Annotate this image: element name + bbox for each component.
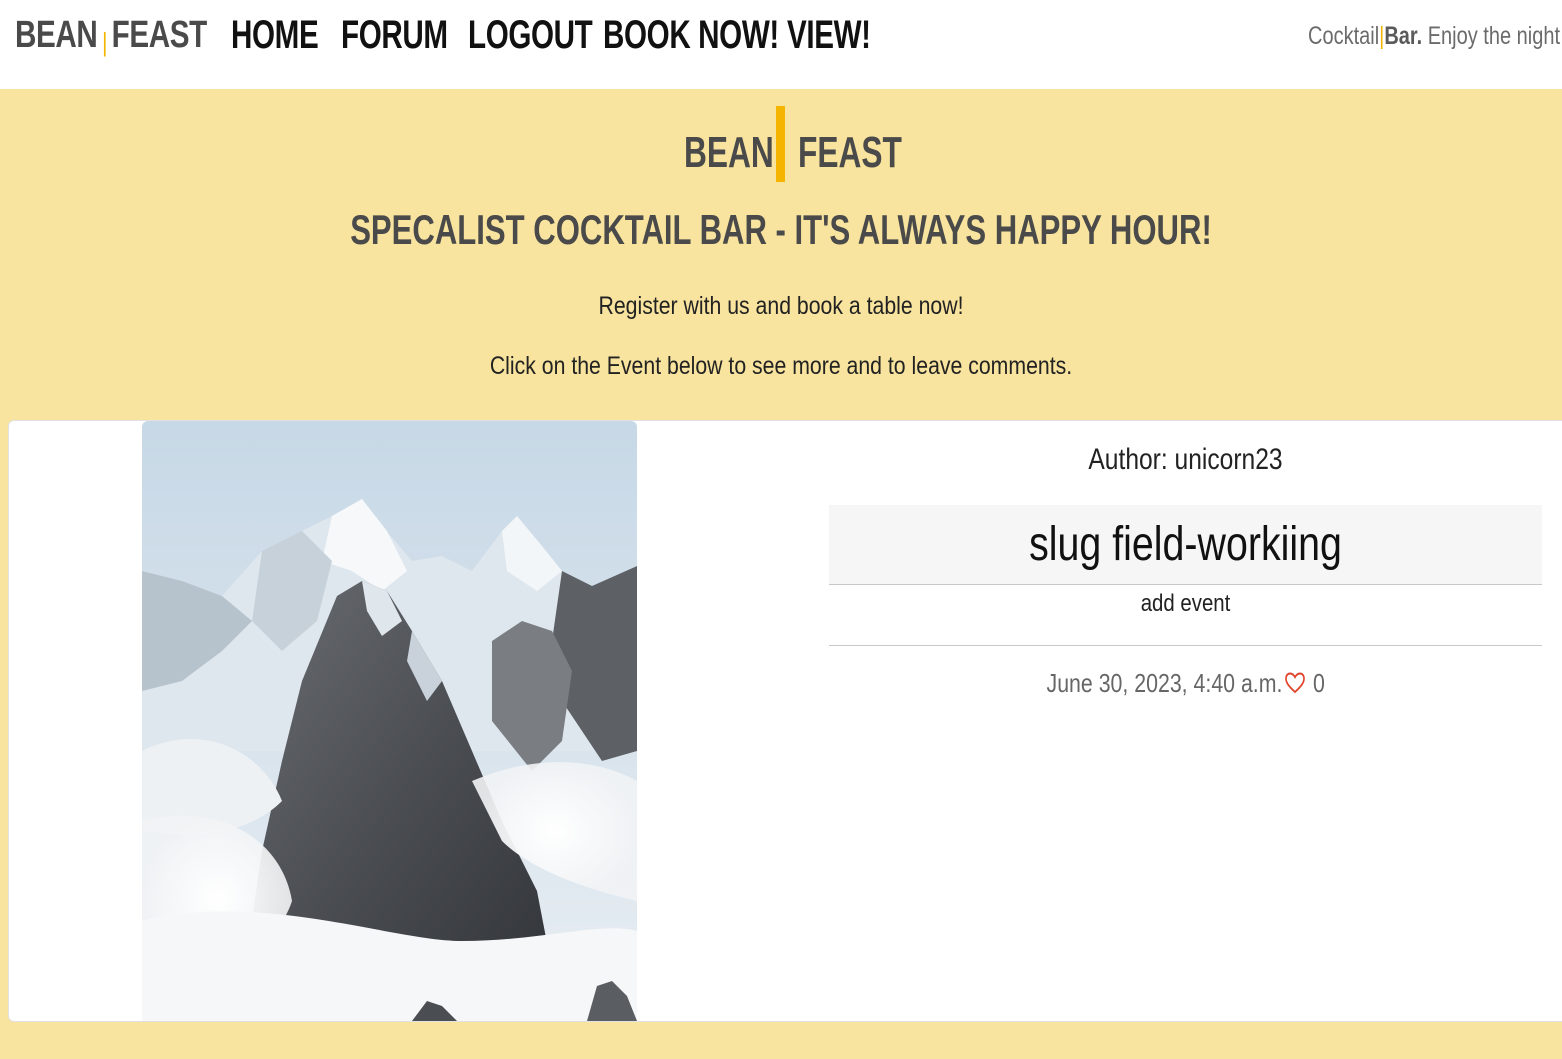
top-navbar: BEAN | FEAST HOME FORUM LOGOUT BOOK NOW! V… [0, 0, 1562, 89]
navbar-tagline: Cocktail|Bar. Enjoy the night [1308, 18, 1560, 54]
hero-logo-left: BEAN [684, 128, 774, 177]
event-image[interactable] [142, 421, 637, 1021]
nav-home-link[interactable]: HOME [231, 10, 319, 60]
heart-icon[interactable] [1284, 671, 1305, 695]
post-meta: June 30, 2023, 4:40 a.m. 0 [829, 668, 1542, 699]
hero-logo-right: FEAST [798, 128, 902, 177]
hero-title: SPECALIST COCKTAIL BAR - IT'S ALWAYS HAP… [350, 206, 1212, 253]
nav-book-now-link[interactable]: BOOK NOW! [603, 10, 779, 60]
brand-right: FEAST [111, 14, 208, 56]
hero-instructions-text: Click on the Event below to see more and… [489, 352, 1073, 380]
post-author: Author: unicorn23 [1088, 443, 1283, 476]
brand-separator: | [102, 27, 108, 57]
nav-logout-link[interactable]: LOGOUT [468, 10, 593, 60]
hero-register-text: Register with us and book a table now! [598, 292, 964, 320]
tagline-pre: Cocktail [1307, 22, 1380, 50]
post-title[interactable]: slug field-workiing [893, 505, 1478, 585]
brand-left: BEAN [15, 14, 98, 56]
hero-logo-bar [776, 106, 785, 182]
like-count: 0 [1312, 668, 1325, 698]
nav-forum-link[interactable]: FORUM [341, 10, 448, 60]
hero-logo: BEAN FEAST [0, 106, 1562, 186]
post-excerpt: add event [1140, 590, 1231, 617]
tagline-post: Enjoy the night [1422, 22, 1560, 50]
nav-view-link[interactable]: VIEW! [787, 10, 871, 60]
post-divider [829, 645, 1542, 646]
post-title-box[interactable]: slug field-workiing [829, 505, 1542, 585]
brand-logo-link[interactable]: BEAN | FEAST [15, 10, 207, 60]
post-date: June 30, 2023, 4:40 a.m. [1046, 668, 1283, 698]
mountain-image [142, 421, 637, 1021]
tagline-bold: Bar. [1384, 22, 1423, 50]
